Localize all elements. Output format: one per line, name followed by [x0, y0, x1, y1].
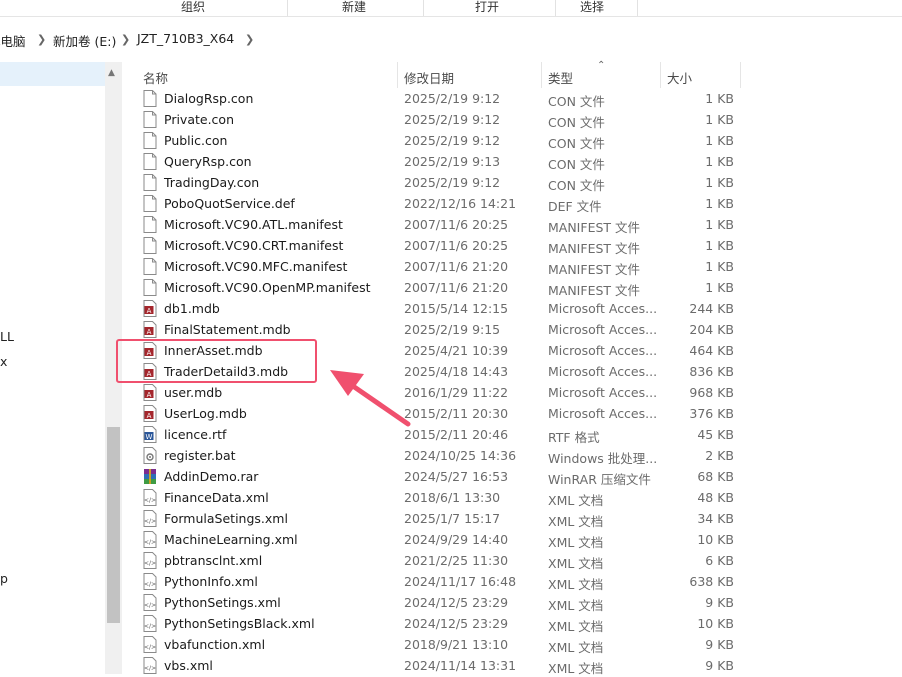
annotation-arrow — [330, 370, 411, 427]
arrow-shaft — [347, 381, 411, 427]
